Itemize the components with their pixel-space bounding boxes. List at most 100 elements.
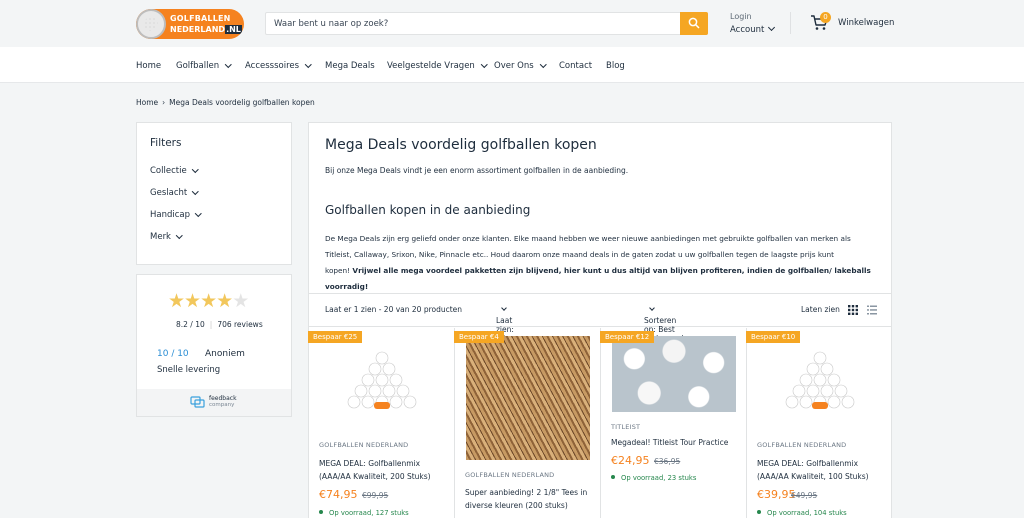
product-price: €74,95	[319, 488, 358, 501]
star-empty-icon: ★	[232, 290, 249, 312]
rating-stars: ★★★★★	[168, 290, 249, 312]
discount-badge: Bespaar €10	[746, 331, 801, 343]
product-title[interactable]: Megadeal! Titleist Tour Practice	[611, 436, 741, 449]
filters-panel: Filters Collectie Geslacht Handicap Merk	[136, 122, 292, 265]
filter-collectie[interactable]: Collectie	[150, 165, 199, 176]
nav-accessoires[interactable]: Accesssoires	[245, 60, 312, 71]
site-header: GOLFBALLEN NEDERLAND.NL Login Account 0 …	[0, 0, 1024, 47]
product-card[interactable]: Bespaar €25 GOLFBALLEN NEDERLAND MEGA DE…	[308, 328, 455, 518]
product-old-price: €49,95	[791, 491, 818, 500]
discount-badge: Bespaar €25	[308, 331, 363, 343]
grid-view-icon[interactable]	[848, 305, 858, 315]
logo-text-line1: GOLFBALLEN	[170, 14, 231, 23]
filters-title: Filters	[150, 137, 182, 149]
filter-geslacht[interactable]: Geslacht	[150, 187, 199, 198]
nav-faq[interactable]: Veelgestelde Vragen	[387, 60, 488, 71]
feedback-company-link[interactable]: feedback company	[137, 389, 291, 416]
filter-merk[interactable]: Merk	[150, 231, 183, 242]
breadcrumb-separator: ›	[162, 98, 166, 107]
filter-handicap[interactable]: Handicap	[150, 209, 202, 220]
chevron-down-icon	[649, 305, 655, 311]
account-menu[interactable]: Account	[730, 23, 776, 35]
chevron-down-icon	[225, 60, 232, 67]
product-image-tees[interactable]	[466, 336, 590, 460]
feedback-company-logo-icon	[190, 396, 205, 408]
product-card[interactable]: Bespaar €12 TITLEIST Megadeal! Titleist …	[600, 328, 747, 518]
chevron-down-icon	[195, 209, 202, 216]
chevron-down-icon	[539, 60, 547, 67]
star-icon: ★	[216, 290, 233, 312]
search-button[interactable]	[680, 12, 708, 35]
product-price: €24,95	[611, 454, 650, 467]
golf-ball-logo-icon	[136, 9, 166, 39]
main-navigation: Home Golfballen Accesssoires Mega Deals …	[0, 47, 1024, 83]
list-view-icon[interactable]	[867, 305, 877, 315]
per-page-select[interactable]: Laat zien: 48 per pagina	[496, 305, 522, 352]
chevron-down-icon	[191, 165, 199, 172]
breadcrumb-home[interactable]: Home	[136, 98, 158, 107]
product-title[interactable]: MEGA DEAL: Golfballenmix (AAA/AA Kwalite…	[757, 457, 887, 483]
product-card[interactable]: Bespaar €10 GOLFBALLEN NEDERLAND MEGA DE…	[746, 328, 893, 518]
filter-label: Handicap	[150, 210, 191, 220]
description-text: kopen!	[325, 266, 353, 275]
latest-review-text: Snelle levering	[157, 365, 221, 375]
nav-golfballen[interactable]: Golfballen	[176, 60, 232, 71]
star-icon: ★	[184, 290, 201, 312]
page-intro: Bij onze Mega Deals vindt je een enorm a…	[325, 166, 629, 175]
product-brand[interactable]: GOLFBALLEN NEDERLAND	[757, 441, 846, 449]
description-bold-text: Vrijwel alle mega voordeel pakketten zij…	[325, 266, 871, 291]
feedback-company-line1: feedback	[209, 395, 237, 402]
chevron-down-icon	[176, 231, 183, 238]
chevron-down-icon	[305, 60, 312, 67]
product-title[interactable]: MEGA DEAL: Golfballenmix (AAA/AA Kwalite…	[319, 457, 449, 483]
nav-mega-deals[interactable]: Mega Deals	[325, 61, 375, 71]
site-logo[interactable]: GOLFBALLEN NEDERLAND.NL	[136, 9, 244, 39]
nav-contact[interactable]: Contact	[559, 61, 592, 71]
product-stock: Op voorraad, 127 stuks	[319, 509, 409, 517]
rating-divider: |	[209, 320, 213, 329]
description-line: Titleist, Callaway, Srixon, Nike, Pinnac…	[325, 250, 834, 259]
review-count[interactable]: 706 reviews	[217, 320, 262, 329]
nav-golfballen-label: Golfballen	[176, 61, 220, 71]
description-line: De Mega Deals zijn erg geliefd onder onz…	[325, 234, 851, 243]
latest-review-score: 10 / 10	[157, 349, 189, 359]
product-brand[interactable]: TITLEIST	[611, 423, 640, 431]
rating-score: 8.2 / 10	[176, 320, 205, 329]
breadcrumb: Home › Mega Deals voordelig golfballen kop…	[136, 98, 315, 107]
chevron-down-icon	[192, 187, 199, 194]
chevron-down-icon	[501, 305, 507, 311]
star-icon: ★	[200, 290, 217, 312]
product-brand[interactable]: GOLFBALLEN NEDERLAND	[319, 441, 408, 449]
view-label: Laten zien	[801, 305, 840, 314]
product-card[interactable]: Bespaar €4 GOLFBALLEN NEDERLAND Super aa…	[454, 328, 601, 518]
filter-label: Geslacht	[150, 188, 188, 198]
logo-text-tld: .NL	[225, 25, 242, 34]
product-image-golfball-pyramid[interactable]	[320, 336, 444, 412]
feedback-company-line2: company	[209, 402, 235, 408]
product-image-golfball-pyramid[interactable]	[758, 336, 882, 412]
nav-home[interactable]: Home	[136, 61, 161, 71]
discount-badge: Bespaar €4	[454, 331, 504, 343]
logo-text-line2: NEDERLAND.NL	[170, 25, 242, 34]
logo-text-name: NEDERLAND	[170, 25, 226, 34]
product-image-golfballs[interactable]	[612, 336, 736, 412]
section-title: Golfballen kopen in de aanbieding	[325, 203, 531, 217]
product-old-price: €36,95	[654, 457, 681, 466]
filter-label: Collectie	[150, 166, 187, 176]
collection-panel: Mega Deals voordelig golfballen kopen Bi…	[308, 122, 892, 518]
nav-faq-label: Veelgestelde Vragen	[387, 61, 475, 71]
page-title: Mega Deals voordelig golfballen kopen	[325, 137, 597, 153]
product-stock: Op voorraad, 23 stuks	[611, 474, 696, 482]
header-divider	[790, 12, 791, 34]
breadcrumb-current: Mega Deals voordelig golfballen kopen	[169, 98, 315, 107]
cart-link[interactable]: Winkelwagen	[838, 18, 894, 28]
chevron-down-icon	[480, 60, 488, 67]
latest-review-author: Anoniem	[205, 349, 245, 359]
search-input[interactable]	[266, 13, 681, 34]
nav-over-ons[interactable]: Over Ons	[494, 60, 547, 71]
product-title[interactable]: Super aanbieding! 2 1/8" Tees in diverse…	[465, 486, 595, 512]
sort-select[interactable]: Sorteren op: Best verkopende	[644, 305, 688, 343]
rating-summary: 8.2 / 10 | 706 reviews	[176, 320, 263, 329]
product-brand[interactable]: GOLFBALLEN NEDERLAND	[465, 471, 554, 479]
nav-blog[interactable]: Blog	[606, 61, 625, 71]
